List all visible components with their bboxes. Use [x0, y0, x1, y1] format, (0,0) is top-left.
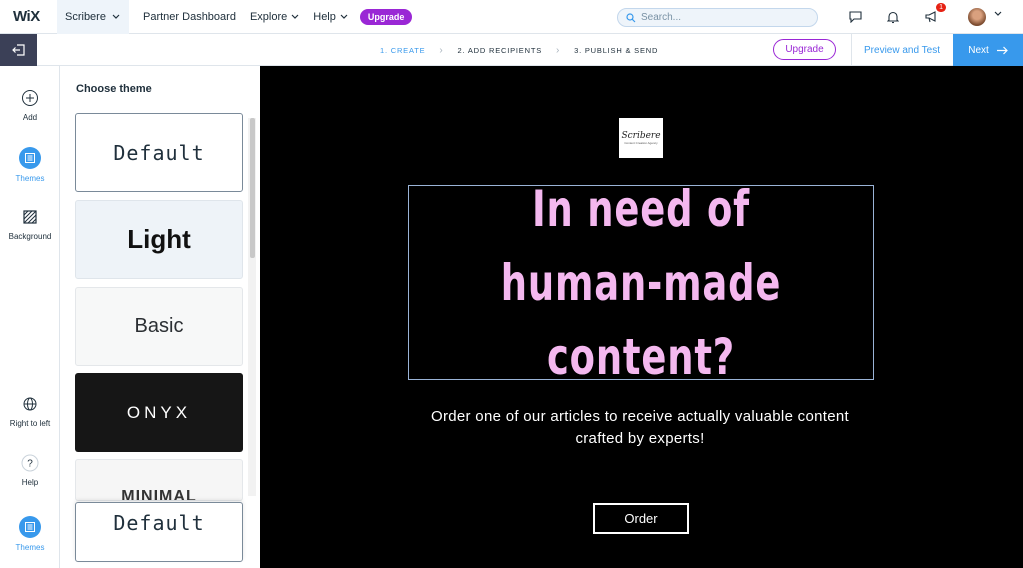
- svg-text:?: ?: [27, 459, 33, 470]
- theme-card-minimal[interactable]: MINIMAL: [75, 459, 243, 501]
- theme-label: Default: [113, 140, 205, 165]
- email-canvas: Scribere Content Creation Agency In need…: [260, 66, 1023, 568]
- next-button[interactable]: Next: [953, 34, 1023, 66]
- nav-partner-dashboard[interactable]: Partner Dashboard: [143, 11, 236, 23]
- search-placeholder: Search...: [641, 12, 682, 23]
- rail-add[interactable]: Add: [0, 88, 60, 122]
- rail-themes[interactable]: Themes: [0, 147, 60, 183]
- chevron-down-icon: [112, 14, 120, 19]
- question-icon: ?: [20, 453, 40, 473]
- search-icon: [626, 12, 636, 22]
- chevron-down-icon: [340, 14, 348, 19]
- upgrade-button[interactable]: Upgrade: [773, 39, 836, 60]
- site-name: Scribere: [65, 10, 106, 23]
- nav-label: Help: [313, 10, 336, 23]
- globe-icon: [20, 394, 40, 414]
- themes-icon: [19, 147, 41, 169]
- panel-title: Choose theme: [76, 83, 152, 95]
- announcements-icon[interactable]: 1: [924, 3, 946, 24]
- logo-text: Scribere: [621, 131, 661, 141]
- exit-button[interactable]: [0, 33, 37, 66]
- theme-label: MINIMAL: [121, 488, 197, 501]
- plus-icon: [20, 88, 40, 108]
- exit-icon: [12, 43, 25, 56]
- step-create[interactable]: 1. CREATE: [380, 46, 425, 55]
- avatar[interactable]: [968, 8, 986, 26]
- headline-block[interactable]: In need of human-made content?: [408, 180, 874, 386]
- theme-panel: Choose theme Default Light Basic ONYX MI…: [60, 66, 260, 568]
- nav-explore[interactable]: Explore: [250, 11, 299, 23]
- nav-help[interactable]: Help: [313, 11, 348, 23]
- notification-badge: 1: [936, 3, 946, 12]
- rail-label: Help: [21, 478, 39, 487]
- chevron-down-icon[interactable]: [994, 11, 1002, 17]
- preview-and-test-button[interactable]: Preview and Test: [851, 34, 952, 66]
- body-text[interactable]: Order one of our articles to receive act…: [420, 406, 860, 450]
- themes-icon: [19, 516, 41, 538]
- theme-card-light[interactable]: Light: [75, 200, 243, 279]
- panel-scrollbar-thumb[interactable]: [250, 118, 255, 258]
- rail-help[interactable]: ? Help: [0, 453, 60, 487]
- rail-background[interactable]: Background: [0, 207, 60, 241]
- rail-label: Right to left: [9, 419, 51, 428]
- theme-label: Default: [113, 511, 205, 535]
- rail-themes-bottom[interactable]: Themes: [0, 516, 60, 552]
- chevron-right-icon: ›: [556, 44, 561, 56]
- arrow-right-icon: [996, 46, 1008, 54]
- rail-right-to-left[interactable]: Right to left: [0, 394, 60, 428]
- top-icons: 1: [848, 0, 946, 34]
- theme-card-default-dragging[interactable]: Default: [75, 502, 243, 562]
- headline: In need of human-made content?: [500, 179, 782, 386]
- left-rail: Add Themes Background Right to left ? He…: [0, 66, 60, 568]
- background-icon: [20, 207, 40, 227]
- rail-label: Themes: [15, 543, 45, 552]
- theme-label: Basic: [134, 315, 184, 337]
- theme-label: ONYX: [126, 402, 192, 422]
- wix-logo[interactable]: WiX: [0, 8, 57, 25]
- theme-card-default[interactable]: Default: [75, 113, 243, 192]
- editor-toolbar: 1. CREATE › 2. ADD RECIPIENTS › 3. PUBLI…: [0, 33, 1023, 66]
- chevron-right-icon: ›: [439, 44, 444, 56]
- brand-logo[interactable]: Scribere Content Creation Agency: [619, 118, 663, 158]
- next-label: Next: [968, 44, 989, 56]
- theme-card-basic[interactable]: Basic: [75, 287, 243, 366]
- logo-subtext: Content Creation Agency: [624, 141, 658, 145]
- search-input[interactable]: Search...: [617, 8, 818, 27]
- rail-label: Add: [22, 113, 38, 122]
- rail-label: Themes: [15, 174, 45, 183]
- step-add-recipients[interactable]: 2. ADD RECIPIENTS: [458, 46, 542, 55]
- nav-label: Explore: [249, 10, 288, 23]
- bell-icon[interactable]: [886, 10, 900, 24]
- upgrade-pill-button[interactable]: Upgrade: [359, 8, 413, 25]
- theme-card-onyx[interactable]: ONYX: [75, 373, 243, 452]
- order-button[interactable]: Order: [593, 503, 689, 534]
- nav-label: Partner Dashboard: [143, 10, 236, 23]
- step-publish-send[interactable]: 3. PUBLISH & SEND: [574, 46, 658, 55]
- chevron-down-icon: [291, 14, 299, 19]
- step-breadcrumb: 1. CREATE › 2. ADD RECIPIENTS › 3. PUBLI…: [380, 34, 658, 66]
- site-selector[interactable]: Scribere: [57, 0, 129, 34]
- theme-label: Light: [127, 224, 191, 254]
- chat-icon[interactable]: [848, 10, 862, 24]
- rail-label: Background: [8, 232, 52, 241]
